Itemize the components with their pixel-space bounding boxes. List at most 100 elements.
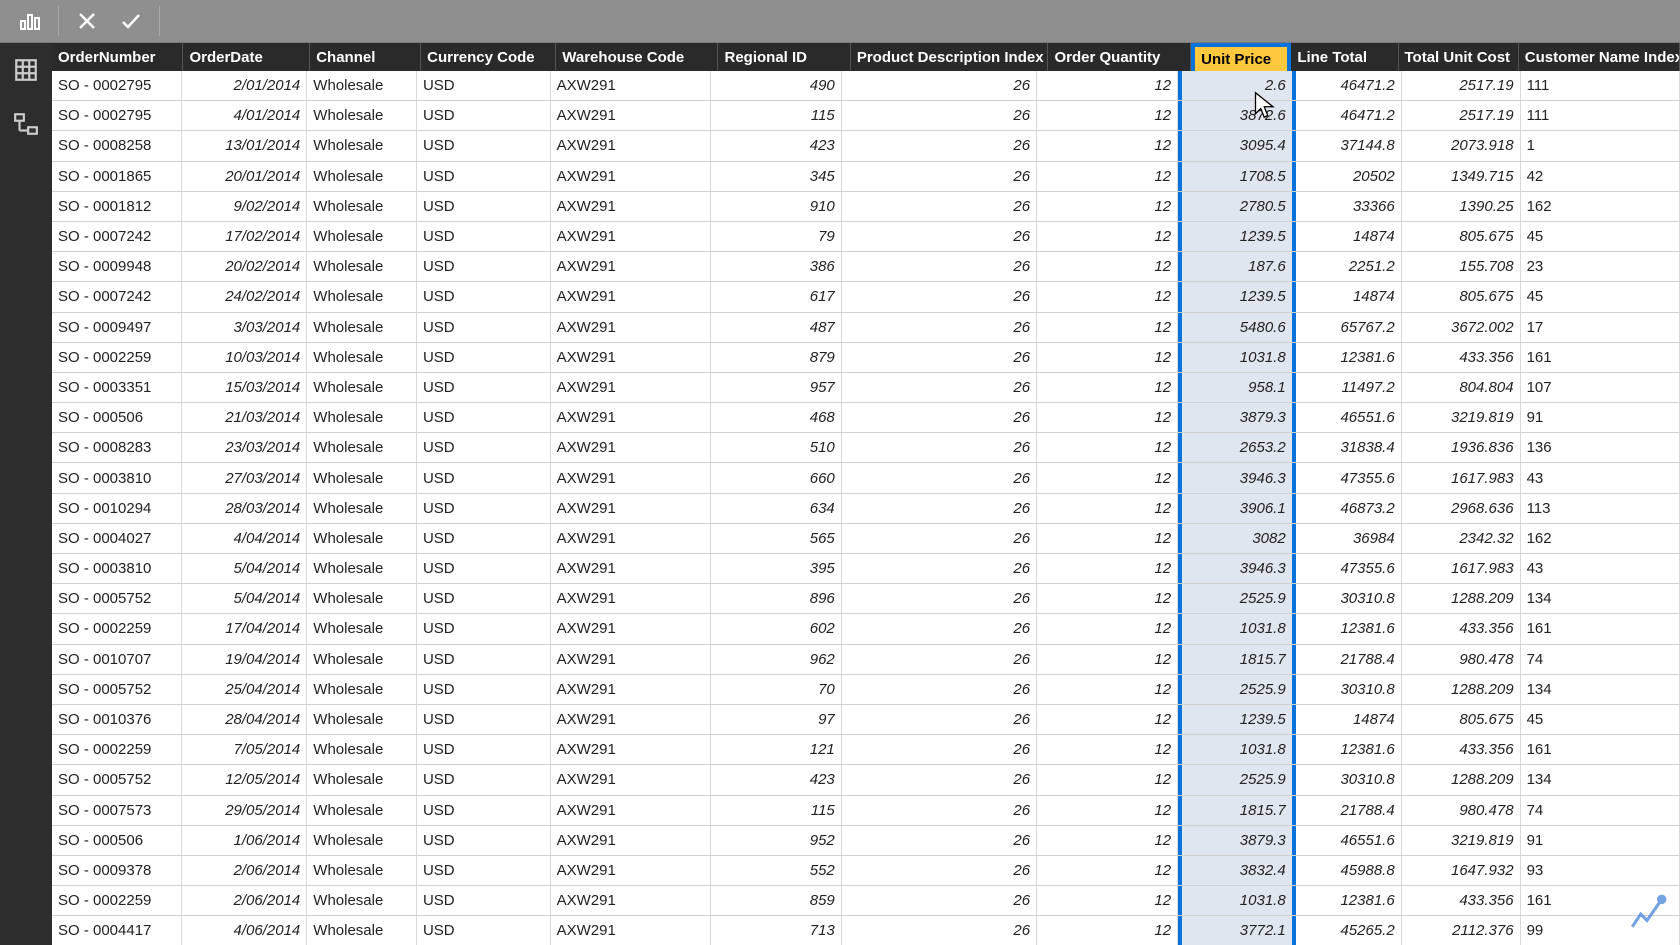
column-headers[interactable]: OrderNumberOrderDateChannelCurrency Code…: [52, 43, 1680, 71]
cell[interactable]: 26: [842, 765, 1037, 794]
cell[interactable]: 46551.6: [1296, 826, 1402, 855]
cell[interactable]: 10/03/2014: [182, 343, 307, 372]
cell[interactable]: Wholesale: [307, 373, 417, 402]
cell[interactable]: 12381.6: [1296, 614, 1402, 643]
cell[interactable]: AXW291: [551, 282, 711, 311]
cell[interactable]: 12: [1037, 373, 1178, 402]
formula-input[interactable]: [166, 6, 1680, 36]
cell[interactable]: USD: [417, 524, 551, 553]
cell[interactable]: 634: [711, 494, 842, 523]
cell[interactable]: SO - 000506: [52, 826, 182, 855]
cell[interactable]: 3082: [1178, 524, 1296, 553]
cell[interactable]: 2653.2: [1178, 433, 1296, 462]
cell[interactable]: 26: [842, 71, 1037, 100]
cell[interactable]: 1239.5: [1178, 282, 1296, 311]
cell[interactable]: 115: [711, 101, 842, 130]
cell[interactable]: USD: [417, 765, 551, 794]
table-row[interactable]: SO - 000186520/01/2014WholesaleUSDAXW291…: [52, 162, 1680, 192]
cell[interactable]: Wholesale: [307, 614, 417, 643]
cell[interactable]: SO - 0002259: [52, 886, 182, 915]
cell[interactable]: 805.675: [1402, 705, 1521, 734]
cell[interactable]: AXW291: [551, 584, 711, 613]
cell[interactable]: USD: [417, 675, 551, 704]
cell[interactable]: 12: [1037, 614, 1178, 643]
cell[interactable]: Wholesale: [307, 71, 417, 100]
cell[interactable]: SO - 0004417: [52, 916, 182, 945]
cell[interactable]: 565: [711, 524, 842, 553]
cell[interactable]: 433.356: [1402, 886, 1521, 915]
cell[interactable]: 21788.4: [1296, 645, 1402, 674]
cell[interactable]: Wholesale: [307, 675, 417, 704]
cell[interactable]: 11497.2: [1296, 373, 1402, 402]
cell[interactable]: 37144.8: [1296, 131, 1402, 160]
cell[interactable]: SO - 0005752: [52, 765, 182, 794]
cell[interactable]: 162: [1521, 192, 1680, 221]
cell[interactable]: 27/03/2014: [182, 463, 307, 492]
cell[interactable]: 97: [711, 705, 842, 734]
cell[interactable]: Wholesale: [307, 584, 417, 613]
cell[interactable]: 26: [842, 705, 1037, 734]
cell[interactable]: 26: [842, 313, 1037, 342]
col-header-10[interactable]: Total Unit Cost: [1399, 43, 1519, 71]
cell[interactable]: 30310.8: [1296, 584, 1402, 613]
cell[interactable]: 161: [1521, 614, 1680, 643]
cell[interactable]: Wholesale: [307, 856, 417, 885]
table-row[interactable]: SO - 00093782/06/2014WholesaleUSDAXW2915…: [52, 856, 1680, 886]
cell[interactable]: 12: [1037, 886, 1178, 915]
cell[interactable]: AXW291: [551, 463, 711, 492]
cell[interactable]: 602: [711, 614, 842, 643]
cell[interactable]: Wholesale: [307, 192, 417, 221]
cell[interactable]: 111: [1521, 71, 1680, 100]
cell[interactable]: 155.708: [1402, 252, 1521, 281]
cell[interactable]: 36984: [1296, 524, 1402, 553]
cell[interactable]: AXW291: [551, 614, 711, 643]
cell[interactable]: 510: [711, 433, 842, 462]
cell[interactable]: Wholesale: [307, 886, 417, 915]
cell[interactable]: 12: [1037, 463, 1178, 492]
table-row[interactable]: SO - 001037628/04/2014WholesaleUSDAXW291…: [52, 705, 1680, 735]
cell[interactable]: AXW291: [551, 796, 711, 825]
cell[interactable]: 26: [842, 916, 1037, 945]
cell[interactable]: SO - 000506: [52, 403, 182, 432]
grid-icon[interactable]: [13, 57, 39, 83]
cell[interactable]: 26: [842, 675, 1037, 704]
cell[interactable]: 552: [711, 856, 842, 885]
cell[interactable]: 17/02/2014: [182, 222, 307, 251]
cell[interactable]: 345: [711, 162, 842, 191]
cell[interactable]: 12: [1037, 282, 1178, 311]
cell[interactable]: 1239.5: [1178, 705, 1296, 734]
cell[interactable]: 12: [1037, 252, 1178, 281]
cell[interactable]: USD: [417, 433, 551, 462]
cell[interactable]: 136: [1521, 433, 1680, 462]
cell[interactable]: 26: [842, 433, 1037, 462]
cell[interactable]: 805.675: [1402, 222, 1521, 251]
cell[interactable]: 3879.3: [1178, 826, 1296, 855]
cell[interactable]: 26: [842, 162, 1037, 191]
cell[interactable]: USD: [417, 886, 551, 915]
cell[interactable]: AXW291: [551, 71, 711, 100]
cell[interactable]: 2780.5: [1178, 192, 1296, 221]
cell[interactable]: USD: [417, 856, 551, 885]
cell[interactable]: 3219.819: [1402, 403, 1521, 432]
cell[interactable]: USD: [417, 192, 551, 221]
cell[interactable]: 2251.2: [1296, 252, 1402, 281]
cell[interactable]: 12: [1037, 101, 1178, 130]
cell[interactable]: 423: [711, 131, 842, 160]
cell[interactable]: USD: [417, 222, 551, 251]
cell[interactable]: 12: [1037, 222, 1178, 251]
cell[interactable]: SO - 0009497: [52, 313, 182, 342]
cell[interactable]: 23/03/2014: [182, 433, 307, 462]
cell[interactable]: USD: [417, 705, 551, 734]
cell[interactable]: 12: [1037, 433, 1178, 462]
table-row[interactable]: SO - 00040274/04/2014WholesaleUSDAXW2915…: [52, 524, 1680, 554]
cell[interactable]: 28/03/2014: [182, 494, 307, 523]
cell[interactable]: 1288.209: [1402, 675, 1521, 704]
cell[interactable]: 26: [842, 554, 1037, 583]
cell[interactable]: 43: [1521, 554, 1680, 583]
cell[interactable]: Wholesale: [307, 796, 417, 825]
table-row[interactable]: SO - 000335115/03/2014WholesaleUSDAXW291…: [52, 373, 1680, 403]
cell[interactable]: 12/05/2014: [182, 765, 307, 794]
table-row[interactable]: SO - 001029428/03/2014WholesaleUSDAXW291…: [52, 494, 1680, 524]
cell[interactable]: 962: [711, 645, 842, 674]
cell[interactable]: USD: [417, 463, 551, 492]
